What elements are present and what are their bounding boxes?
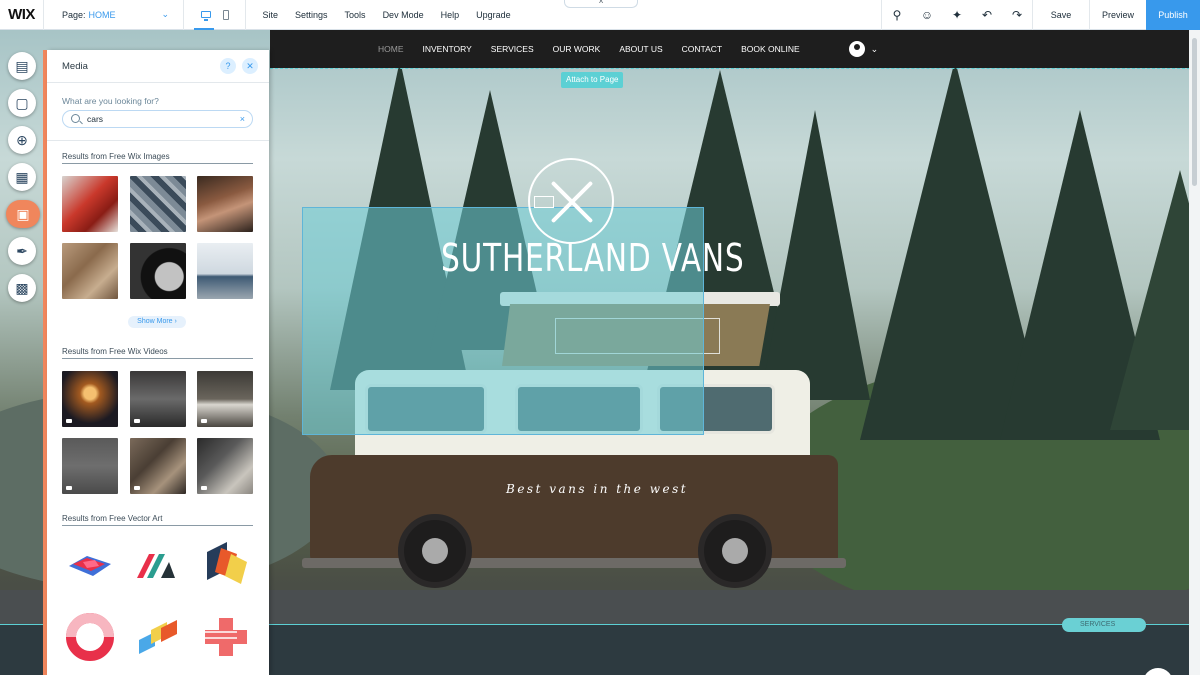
blog-icon: ✒ (16, 243, 28, 259)
close-icon[interactable]: ✕ (242, 58, 258, 74)
search-value: cars (87, 114, 104, 124)
header-boundary-line (270, 68, 1190, 69)
image-result[interactable] (62, 243, 118, 299)
device-switcher (184, 0, 246, 30)
desktop-icon[interactable] (200, 11, 211, 21)
background-icon: ▢ (15, 95, 29, 111)
video-result[interactable] (197, 371, 253, 427)
save-button[interactable]: Save (1033, 10, 1089, 20)
publish-button[interactable]: Publish (1146, 0, 1200, 30)
show-more-button[interactable]: Show More › (128, 316, 186, 328)
section-images-title: Results from Free Wix Images (62, 152, 253, 164)
undo-icon[interactable]: ↶ (972, 0, 1002, 30)
search-label: What are you looking for? (62, 96, 159, 106)
preview-button[interactable]: Preview (1090, 10, 1146, 20)
search-icon[interactable]: ⚲ (882, 0, 912, 30)
chevron-down-icon[interactable]: ⌄ (871, 44, 879, 55)
video-result[interactable] (62, 438, 118, 494)
pages-icon: ▤ (15, 58, 29, 74)
clear-search-icon[interactable]: × (240, 111, 245, 127)
add-icon: ⊕ (16, 132, 28, 148)
attach-to-page-badge[interactable]: Attach to Page (561, 72, 624, 88)
vector-art-result[interactable] (65, 540, 115, 590)
logo-emblem[interactable] (528, 158, 614, 244)
nav-contact[interactable]: CONTACT (682, 44, 722, 54)
media-button[interactable]: ▣ (6, 200, 40, 228)
bookings-icon: ▩ (15, 280, 29, 296)
user-avatar-icon[interactable] (848, 41, 865, 57)
image-result[interactable] (130, 243, 186, 299)
nav-home[interactable]: HOME (378, 44, 404, 54)
chevron-up-icon: ˄ (598, 0, 604, 6)
menu-upgrade[interactable]: Upgrade (468, 10, 520, 20)
image-result[interactable] (197, 243, 253, 299)
canvas-scrollbar[interactable] (1189, 30, 1200, 675)
tree-decor (760, 110, 870, 400)
media-panel-header: Media ? ✕ (47, 50, 269, 83)
site-title[interactable]: SUTHERLAND VANS (441, 236, 744, 280)
media-search-input[interactable]: cars × (62, 110, 253, 128)
add-button[interactable]: ⊕ (8, 126, 36, 154)
page-selector-value: HOME (88, 9, 116, 20)
section-videos-title: Results from Free Wix Videos (62, 347, 253, 359)
device-active-indicator (194, 27, 214, 30)
tree-decor (1110, 170, 1200, 430)
top-tools: ⚲ ☺ ✦ ↶ ↷ Save Preview Publish (881, 0, 1200, 30)
page-selector-label: Page: (62, 9, 86, 20)
site-canvas[interactable]: HOME INVENTORY SERVICES OUR WORK ABOUT U… (0, 30, 1200, 675)
services-anchor-badge[interactable]: SERVICES (1062, 618, 1146, 632)
page-selector[interactable]: Page: HOME ⌄ (44, 0, 184, 30)
image-result[interactable] (130, 176, 186, 232)
scrollbar-thumb[interactable] (1192, 38, 1197, 186)
site-tagline[interactable]: Best vans in the west (506, 482, 688, 496)
mobile-icon[interactable] (222, 9, 229, 20)
left-toolbar: ▤ ▢ ⊕ ▦ ▣ ✒ ▩ (0, 50, 44, 310)
vector-art-result[interactable] (201, 536, 251, 586)
video-result[interactable] (130, 438, 186, 494)
blog-button[interactable]: ✒ (8, 237, 36, 265)
help-icon[interactable]: ? (220, 58, 236, 74)
media-icon: ▣ (16, 206, 30, 222)
app-market-icon: ▦ (15, 169, 29, 185)
section-vector-title: Results from Free Vector Art (62, 514, 253, 526)
menu-help[interactable]: Help (432, 10, 468, 20)
image-result[interactable] (62, 176, 118, 232)
nav-about-us[interactable]: ABOUT US (619, 44, 662, 54)
video-result[interactable] (62, 371, 118, 427)
vector-art-result[interactable] (201, 612, 251, 662)
app-market-button[interactable]: ▦ (8, 163, 36, 191)
nav-our-work[interactable]: OUR WORK (553, 44, 601, 54)
wix-logo[interactable]: WIX (0, 0, 44, 30)
nav-inventory[interactable]: INVENTORY (423, 44, 472, 54)
editor-topbar: WIX Page: HOME ⌄ Site Settings Tools Dev… (0, 0, 1200, 30)
vector-art-result[interactable] (133, 540, 183, 590)
pages-button[interactable]: ▤ (8, 52, 36, 80)
background-button[interactable]: ▢ (8, 89, 36, 117)
chevron-down-icon: ⌄ (161, 8, 169, 19)
media-panel: Media ? ✕ What are you looking for? cars… (47, 50, 269, 675)
nav-book-online[interactable]: BOOK ONLINE (741, 44, 800, 54)
site-navigation: HOME INVENTORY SERVICES OUR WORK ABOUT U… (270, 30, 1190, 68)
search-icon (71, 114, 80, 123)
redo-icon[interactable]: ↷ (1002, 0, 1032, 30)
collapse-topbar-button[interactable]: ˄ (564, 0, 638, 8)
zoom-out-icon[interactable]: ✦ (942, 0, 972, 30)
video-result[interactable] (197, 438, 253, 494)
video-result[interactable] (130, 371, 186, 427)
image-result[interactable] (197, 176, 253, 232)
bookings-button[interactable]: ▩ (8, 274, 36, 302)
menu-site[interactable]: Site (254, 10, 287, 20)
manage-users-icon[interactable]: ☺ (912, 0, 942, 30)
menu-tools[interactable]: Tools (336, 10, 374, 20)
menu-settings[interactable]: Settings (287, 10, 337, 20)
vector-art-result[interactable] (133, 612, 183, 662)
menu-dev-mode[interactable]: Dev Mode (374, 10, 432, 20)
nav-services[interactable]: SERVICES (491, 44, 534, 54)
vector-art-result[interactable] (65, 612, 115, 662)
top-menu: Site Settings Tools Dev Mode Help Upgrad… (254, 10, 519, 20)
media-panel-title: Media (62, 60, 88, 72)
